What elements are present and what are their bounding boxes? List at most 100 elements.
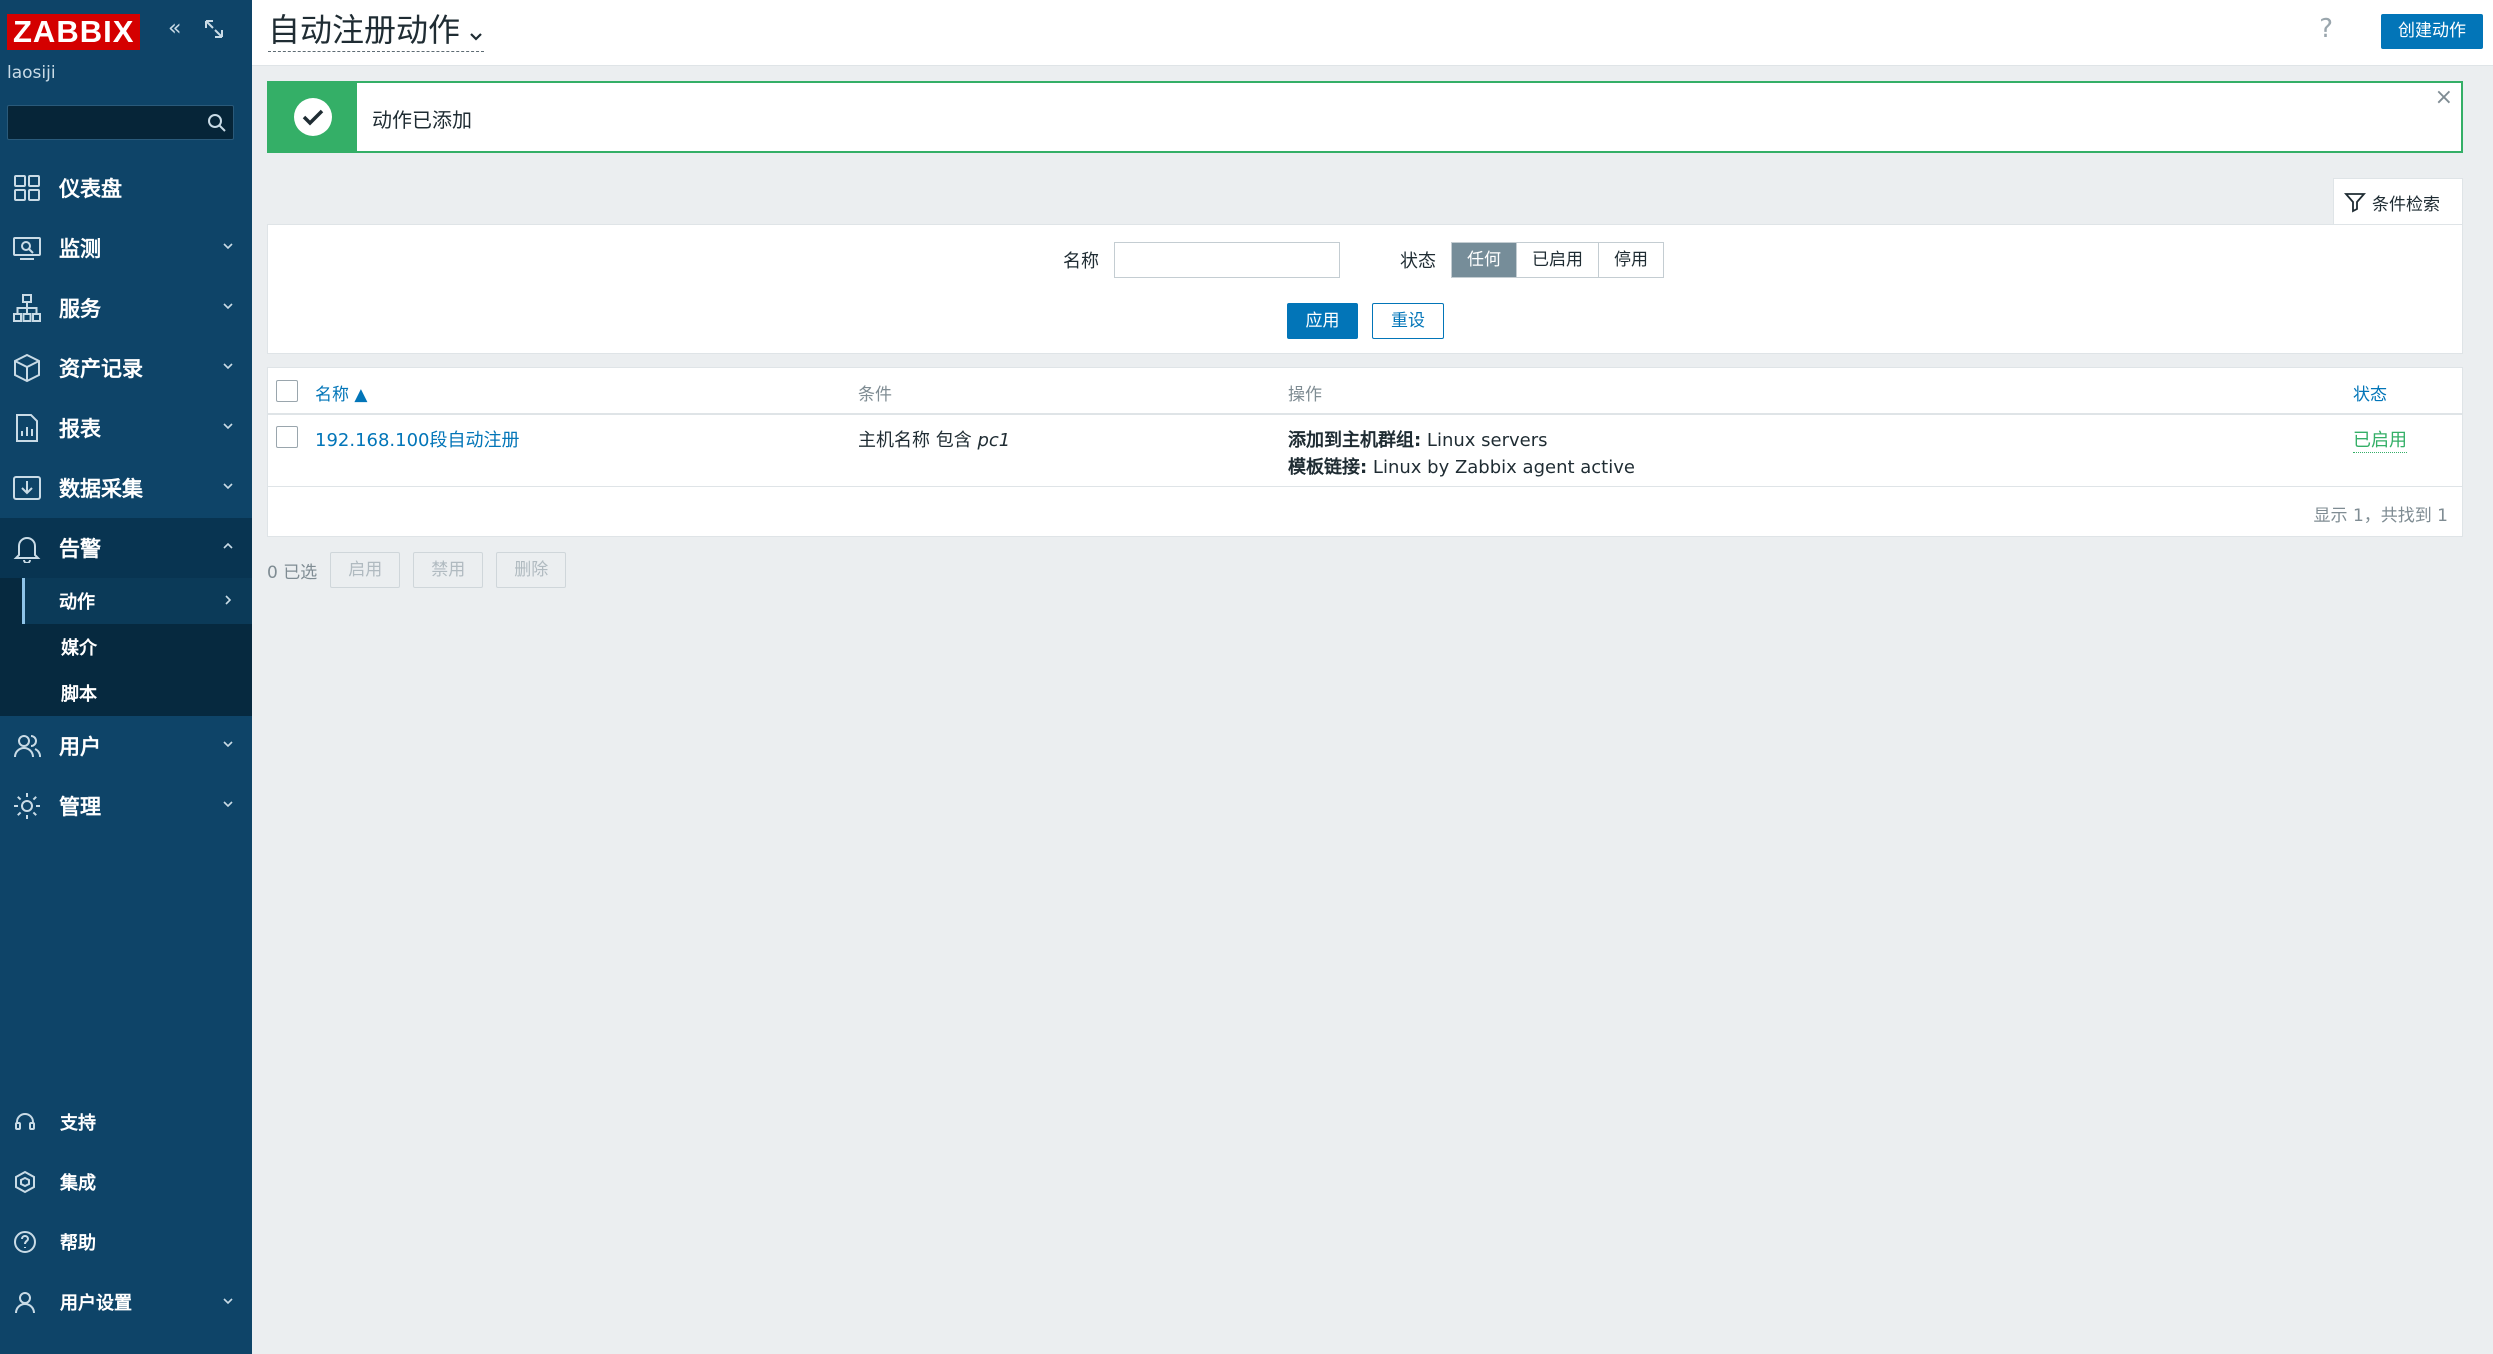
services-icon [10, 291, 44, 325]
menu-item-user-settings[interactable]: 用户设置 [0, 1272, 252, 1332]
operation-value: Linux servers [1421, 430, 1548, 451]
menu-label: 数据采集 [59, 477, 143, 501]
operation-value: Linux by Zabbix agent active [1367, 457, 1635, 478]
operation-line-2: 模板链接: Linux by Zabbix agent active [1288, 453, 1635, 479]
gear-icon [10, 789, 44, 823]
menu-item-dashboard[interactable]: 仪表盘 [0, 158, 252, 218]
chevron-right-icon [225, 595, 232, 605]
help-circle-icon [12, 1229, 38, 1255]
row-checkbox[interactable] [276, 426, 298, 448]
chevron-down-icon [223, 1298, 233, 1305]
menu-label: 资产记录 [59, 357, 143, 381]
menu-label: 告警 [59, 537, 101, 561]
submenu-item-media-types[interactable]: 媒介 [22, 624, 252, 670]
menu-label: 支持 [60, 1113, 96, 1134]
check-circle-icon [294, 98, 332, 136]
menu-item-monitoring[interactable]: 监测 [0, 218, 252, 278]
sidebar: ZABBIX « laosiji 仪表盘 监测 服务 资产记录 报表 数据采集 … [0, 0, 252, 1354]
select-all-checkbox[interactable] [276, 380, 298, 402]
filter-name-input[interactable] [1114, 242, 1340, 278]
filter-tab-label: 条件检索 [2372, 194, 2440, 215]
menu-label: 用户设置 [60, 1293, 132, 1314]
menu-item-integrations[interactable]: 集成 [0, 1152, 252, 1212]
selected-count: 0 已选 [267, 562, 318, 583]
close-icon[interactable]: × [2435, 85, 2453, 110]
column-header-conditions: 条件 [858, 385, 892, 405]
operation-line-1: 添加到主机群组: Linux servers [1288, 426, 1548, 452]
message-text: 动作已添加 [372, 108, 472, 132]
menu-item-users[interactable]: 用户 [0, 716, 252, 776]
menu-item-data-collection[interactable]: 数据采集 [0, 458, 252, 518]
menu-item-services[interactable]: 服务 [0, 278, 252, 338]
action-name-link[interactable]: 192.168.100段自动注册 [315, 426, 520, 452]
chevron-down-icon [223, 303, 233, 310]
operation-label: 模板链接: [1288, 457, 1368, 478]
status-option-any[interactable]: 任何 [1452, 243, 1516, 277]
chevron-down-icon [223, 363, 233, 370]
table-stats: 显示 1，共找到 1 [2313, 506, 2448, 526]
monitoring-icon [10, 231, 44, 265]
filter-panel: 名称 状态 任何 已启用 停用 应用 重设 [267, 224, 2463, 354]
submenu-item-scripts[interactable]: 脚本 [22, 670, 252, 716]
apply-button[interactable]: 应用 [1287, 303, 1358, 339]
status-option-enabled[interactable]: 已启用 [1516, 243, 1598, 277]
menu-label: 报表 [59, 417, 101, 441]
menu-label: 用户 [59, 735, 101, 759]
main-menu: 仪表盘 监测 服务 资产记录 报表 数据采集 告警 动作 媒介 脚本 用户 管理 [0, 158, 252, 836]
submenu-label: 脚本 [61, 684, 97, 705]
menu-label: 集成 [60, 1173, 96, 1194]
menu-item-alerts[interactable]: 告警 [0, 518, 252, 578]
chevron-down-icon [468, 13, 484, 51]
reports-icon [10, 411, 44, 445]
menu-item-administration[interactable]: 管理 [0, 776, 252, 836]
current-user: laosiji [7, 63, 56, 83]
menu-label: 监测 [59, 237, 101, 261]
delete-button[interactable]: 删除 [496, 552, 567, 588]
success-message: 动作已添加 × [267, 81, 2463, 153]
filter-icon [2344, 193, 2366, 213]
reset-button[interactable]: 重设 [1372, 303, 1444, 339]
chevron-down-icon [223, 483, 233, 490]
actions-table: 名称 ▲ 条件 操作 状态 信息 192.168.100段自动注册 主机名称 包… [267, 367, 2463, 537]
data-collection-icon [10, 471, 44, 505]
help-icon[interactable]: ? [2319, 14, 2333, 44]
user-icon [12, 1289, 38, 1315]
headset-icon [12, 1109, 38, 1135]
operation-label: 添加到主机群组: [1288, 430, 1422, 451]
menu-item-support[interactable]: 支持 [0, 1092, 252, 1152]
menu-label: 管理 [59, 795, 101, 819]
integrations-icon [12, 1169, 38, 1195]
status-option-disabled[interactable]: 停用 [1598, 243, 1663, 277]
dashboard-icon [10, 171, 44, 205]
bottom-menu: 支持 集成 帮助 用户设置 [0, 1092, 252, 1332]
page-title: 自动注册动作 [268, 11, 461, 49]
menu-item-reports[interactable]: 报表 [0, 398, 252, 458]
condition-value: pc1 [977, 430, 1011, 451]
filter-tab[interactable]: 条件检索 [2333, 178, 2463, 225]
menu-item-help[interactable]: 帮助 [0, 1212, 252, 1272]
submenu-item-actions[interactable]: 动作 [22, 578, 252, 624]
chevron-up-icon [223, 542, 233, 549]
table-footer: 显示 1，共找到 1 [268, 486, 2462, 536]
collapse-sidebar-icon[interactable]: « [168, 18, 181, 40]
filter-name-label: 名称 [1063, 251, 1099, 272]
search-icon[interactable] [207, 113, 227, 133]
submenu-label: 媒介 [61, 638, 97, 659]
create-action-button[interactable]: 创建动作 [2381, 14, 2483, 49]
status-toggle-link[interactable]: 已启用 [2353, 426, 2407, 453]
zabbix-logo[interactable]: ZABBIX [7, 14, 141, 50]
page-title-dropdown[interactable]: 自动注册动作 [268, 11, 485, 52]
success-badge [269, 83, 357, 151]
condition-cell: 主机名称 包含 pc1 [858, 426, 1010, 452]
column-header-operations: 操作 [1288, 385, 1322, 405]
kiosk-mode-icon[interactable] [203, 18, 225, 45]
column-header-name[interactable]: 名称 ▲ [315, 380, 367, 405]
column-header-status[interactable]: 状态 [2353, 380, 2387, 405]
menu-label: 帮助 [60, 1233, 96, 1254]
enable-button[interactable]: 启用 [330, 552, 401, 588]
bell-icon [10, 531, 44, 565]
chevron-down-icon [223, 801, 233, 808]
menu-item-inventory[interactable]: 资产记录 [0, 338, 252, 398]
disable-button[interactable]: 禁用 [413, 552, 484, 588]
sidebar-search-input[interactable] [7, 105, 234, 140]
